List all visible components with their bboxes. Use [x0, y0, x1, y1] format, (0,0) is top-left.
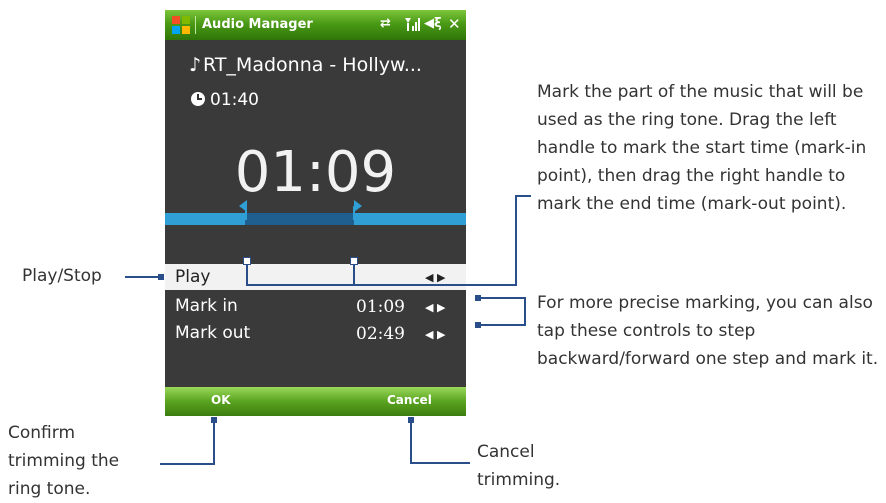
song-title: RT_Madonna - Hollyw...	[203, 54, 422, 76]
callout-dot-play	[158, 274, 164, 280]
song-duration: 01:40	[210, 90, 259, 110]
callout-play-stop: Play/Stop	[22, 266, 102, 286]
mark-out-menu-item[interactable]: Mark out 02:49 ◀ ▶	[165, 321, 466, 347]
song-duration-row: 01:40	[191, 90, 259, 110]
callout-confirm-text: Confirm trimming the ring tone.	[8, 423, 120, 499]
callout-line	[515, 195, 531, 197]
play-label: Play	[175, 267, 211, 287]
callout-step-controls: For more precise marking, you can also t…	[537, 293, 879, 369]
callout-cancel: Cancel trimming.	[477, 438, 587, 494]
mark-in-label: Mark in	[175, 296, 238, 316]
callout-line	[213, 420, 215, 465]
callout-line	[480, 324, 525, 326]
callout-line	[410, 462, 470, 464]
title-bar: Audio Manager ⇄ ◀ξ ✕	[165, 10, 466, 40]
mark-out-handle[interactable]	[354, 200, 362, 212]
callout-line	[353, 265, 355, 285]
ok-softkey[interactable]: OK	[211, 393, 231, 407]
song-title-row: ♪RT_Madonna - Hollyw...	[189, 54, 422, 76]
callout-dot-mark-out	[350, 257, 358, 265]
music-note-icon: ♪	[189, 54, 202, 76]
callout-dot-mark-in	[243, 257, 251, 265]
callout-line	[515, 195, 517, 286]
callout-line	[524, 297, 526, 326]
app-title: Audio Manager	[202, 17, 313, 32]
softkey-bar: OK Cancel	[165, 387, 466, 416]
callout-confirm: Confirm trimming the ring tone.	[8, 419, 148, 503]
callout-line	[246, 265, 248, 285]
mark-out-step-arrows-icon[interactable]: ◀ ▶	[425, 328, 445, 341]
mark-in-value: 01:09	[356, 297, 405, 317]
callout-line	[410, 420, 412, 464]
mark-out-value: 02:49	[356, 324, 405, 344]
cancel-softkey[interactable]: Cancel	[387, 393, 432, 407]
mark-in-menu-item[interactable]: Mark in 01:09 ◀ ▶	[165, 294, 466, 320]
audio-manager-screen: Audio Manager ⇄ ◀ξ ✕ ♪RT_Madonna - Holly…	[165, 10, 466, 416]
start-icon[interactable]	[171, 15, 191, 35]
close-icon[interactable]: ✕	[448, 15, 461, 33]
sync-icon: ⇄	[380, 16, 391, 31]
mark-out-label: Mark out	[175, 323, 251, 343]
callout-line	[160, 463, 215, 465]
callout-line	[246, 284, 516, 286]
callout-line	[480, 297, 525, 299]
play-menu-item[interactable]: Play ◀ ▶	[165, 264, 466, 290]
clock-icon	[191, 92, 205, 106]
callout-mark-range: Mark the part of the music that will be …	[537, 82, 867, 214]
mark-in-handle[interactable]	[239, 200, 247, 212]
callout-line	[125, 276, 160, 278]
title-separator	[195, 16, 196, 34]
signal-icon	[404, 16, 420, 36]
callout-cancel-text: Cancel trimming.	[477, 442, 561, 490]
current-time: 01:09	[234, 140, 397, 205]
trim-selected-range	[245, 213, 354, 225]
volume-icon[interactable]: ◀ξ	[424, 16, 442, 31]
mark-in-step-arrows-icon[interactable]: ◀ ▶	[425, 301, 445, 314]
play-step-arrows-icon[interactable]: ◀ ▶	[425, 271, 445, 284]
